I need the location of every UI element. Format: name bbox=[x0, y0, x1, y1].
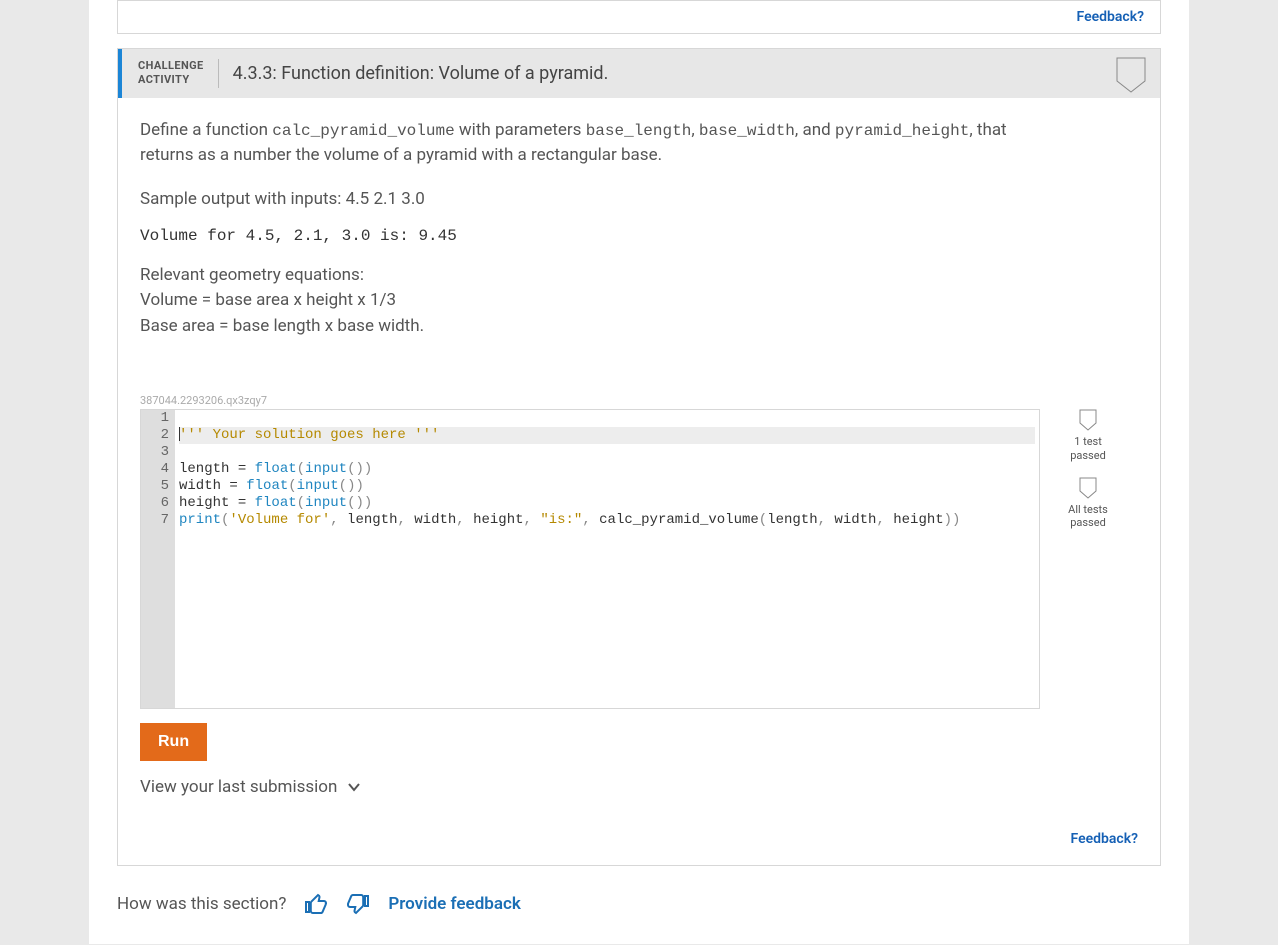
feedback-link[interactable]: Feedback? bbox=[1071, 831, 1138, 847]
challenge-activity-label: CHALLENGE ACTIVITY bbox=[138, 59, 219, 88]
code-editor[interactable]: 1234567 ''' Your solution goes here ''' … bbox=[140, 409, 1040, 709]
section-feedback-question: How was this section? bbox=[117, 894, 286, 914]
code-area[interactable]: ''' Your solution goes here ''' length =… bbox=[175, 410, 1039, 708]
challenge-body: Define a function calc_pyramid_volume wi… bbox=[118, 98, 1160, 866]
challenge-card: CHALLENGE ACTIVITY 4.3.3: Function defin… bbox=[117, 48, 1161, 866]
all-tests-passed-label: All tests passed bbox=[1060, 503, 1116, 531]
prompt-text: Define a function calc_pyramid_volume wi… bbox=[140, 118, 1040, 169]
section-feedback-bar: How was this section? Provide feedback bbox=[89, 878, 1189, 944]
all-tests-passed-badge: All tests passed bbox=[1060, 477, 1116, 531]
run-button[interactable]: Run bbox=[140, 723, 207, 761]
chevron-down-icon bbox=[347, 780, 361, 794]
provide-feedback-link[interactable]: Provide feedback bbox=[388, 894, 520, 914]
one-test-passed-badge: 1 test passed bbox=[1060, 409, 1116, 463]
challenge-header: CHALLENGE ACTIVITY 4.3.3: Function defin… bbox=[118, 49, 1160, 98]
test-status-column: 1 test passed All tests passed bbox=[1060, 409, 1116, 544]
one-test-passed-label: 1 test passed bbox=[1060, 435, 1116, 463]
sample-output-label: Sample output with inputs: 4.5 2.1 3.0 bbox=[140, 189, 1138, 209]
activity-hash: 387044.2293206.qx3zqy7 bbox=[140, 394, 1138, 407]
view-last-submission-label: View your last submission bbox=[140, 777, 337, 797]
feedback-link[interactable]: Feedback? bbox=[1077, 9, 1144, 25]
completion-shield-icon bbox=[1116, 57, 1146, 93]
geometry-equations: Relevant geometry equations: Volume = ba… bbox=[140, 263, 1138, 340]
challenge-title: 4.3.3: Function definition: Volume of a … bbox=[219, 59, 609, 88]
thumbs-down-icon[interactable] bbox=[346, 892, 370, 916]
sample-output: Volume for 4.5, 2.1, 3.0 is: 9.45 bbox=[140, 227, 1138, 245]
previous-card-footer: Feedback? bbox=[117, 0, 1161, 34]
view-last-submission[interactable]: View your last submission bbox=[140, 777, 1138, 797]
thumbs-up-icon[interactable] bbox=[304, 892, 328, 916]
line-number-gutter: 1234567 bbox=[141, 410, 175, 708]
